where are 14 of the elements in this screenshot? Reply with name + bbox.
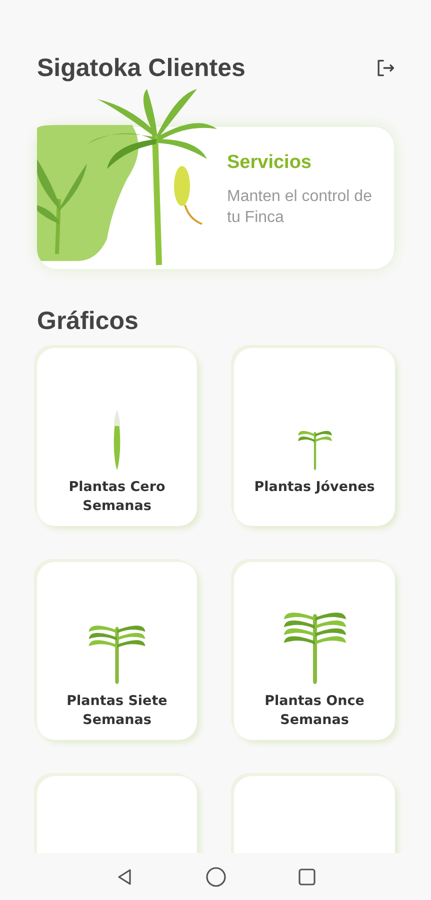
home-icon[interactable] xyxy=(204,866,226,888)
chart-card[interactable]: Plantas Jóvenes xyxy=(234,348,395,526)
card-label: Plantas Cero Semanas xyxy=(68,478,166,516)
card-label: Plantas Once Semanas xyxy=(264,692,366,730)
card-label: Plantas Jóvenes xyxy=(253,478,376,497)
sprout-icon xyxy=(111,410,123,470)
chart-card[interactable]: Plantas Once Semanas xyxy=(234,562,395,740)
services-subtitle: Manten el control de tu Finca xyxy=(227,187,373,228)
card-label: Plantas Siete Semanas xyxy=(66,692,168,730)
chart-card[interactable]: Plantas Siete Semanas xyxy=(37,562,197,740)
chart-card[interactable]: Plantas Cero Semanas xyxy=(37,348,197,526)
recents-icon[interactable] xyxy=(296,866,316,886)
section-title: Gráficos xyxy=(37,307,140,336)
app-title: Sigatoka Clientes xyxy=(37,54,246,82)
